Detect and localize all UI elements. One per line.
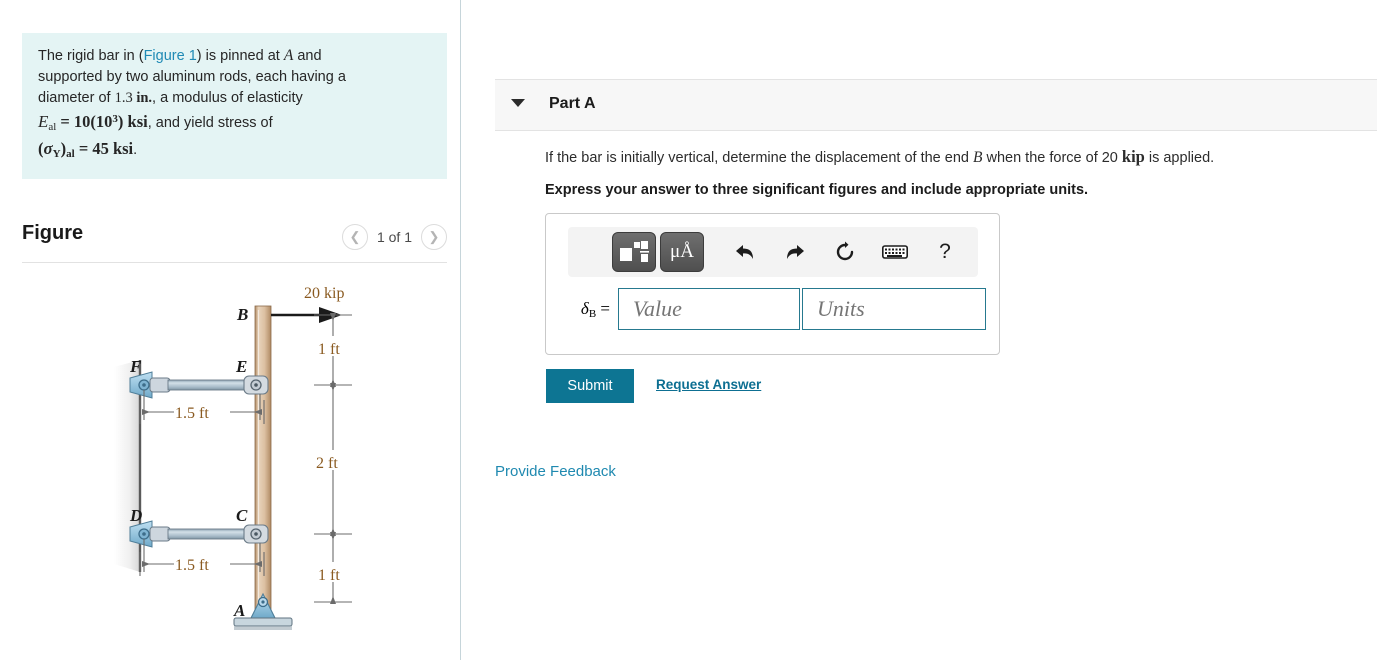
dim-lower-rod-label: 1.5 ft <box>175 557 209 574</box>
dim-bottom-label: 1 ft <box>318 567 340 584</box>
keyboard-icon-glyph <box>882 245 908 259</box>
rigid-bar <box>254 305 272 619</box>
units-micro-angstrom-icon[interactable]: μÅ <box>660 232 704 272</box>
template-icon[interactable] <box>612 232 656 272</box>
figure-counter: 1 of 1 <box>376 229 412 245</box>
chevron-right-icon[interactable]: ❯ <box>421 224 447 250</box>
label-a: A <box>233 601 245 620</box>
figure-svg: 20 kip B F E D C A 1 ft 2 ft 1 ft 1.5 ft… <box>114 285 354 630</box>
problem-line-2: supported by two aluminum rods, each hav… <box>38 69 346 85</box>
request-answer-link[interactable]: Request Answer <box>656 377 761 392</box>
label-f: F <box>129 357 142 376</box>
answer-label: δB = <box>546 299 618 320</box>
label-d: D <box>129 506 142 525</box>
figure-diagram[interactable]: 20 kip B F E D C A 1 ft 2 ft 1 ft 1.5 ft… <box>22 272 447 652</box>
problem-line-4: Eal = 10(103) ksi, and yield stress of <box>38 112 273 133</box>
undo-icon[interactable] <box>722 232 768 272</box>
question-pre: If the bar is initially vertical, determ… <box>545 150 973 166</box>
figure-nav: ❮ 1 of 1 ❯ <box>341 224 447 250</box>
problem-line-3: diameter of 1.3 in., a modulus of elasti… <box>38 90 303 106</box>
delta-subscript: B <box>588 307 597 320</box>
figure-title: Figure <box>22 222 84 244</box>
question-post: is applied. <box>1144 150 1215 166</box>
equals-sign: = <box>600 298 610 318</box>
dim-upper-rod-label: 1.5 ft <box>175 405 209 422</box>
label-b: B <box>236 305 248 324</box>
keyboard-icon[interactable] <box>872 232 918 272</box>
submit-button[interactable]: Submit <box>546 369 634 403</box>
template-icon-glyph <box>620 241 649 262</box>
undo-icon-glyph <box>736 245 753 259</box>
redo-icon[interactable] <box>772 232 818 272</box>
question-unit-kip: kip <box>1121 147 1145 166</box>
provide-feedback-link[interactable]: Provide Feedback <box>495 463 616 480</box>
dim-mid-label: 2 ft <box>316 455 338 472</box>
right-panel: Part A If the bar is initially vertical,… <box>461 0 1377 660</box>
answer-toolbar: μÅ ? <box>568 227 978 277</box>
problem-page: The rigid bar in (Figure 1) is pinned at… <box>0 0 1377 660</box>
reset-icon[interactable] <box>822 232 868 272</box>
value-input[interactable] <box>618 288 800 330</box>
figure-header: Figure ❮ 1 of 1 ❯ <box>22 222 447 262</box>
answer-panel: μÅ ? δB = Value Units <box>545 213 1000 355</box>
delta-symbol: δ <box>580 298 589 318</box>
force-label: 20 kip <box>304 285 344 302</box>
left-panel: The rigid bar in (Figure 1) is pinned at… <box>0 0 460 660</box>
help-icon[interactable]: ? <box>922 232 968 272</box>
caret-down-icon[interactable] <box>511 99 525 107</box>
problem-statement: The rigid bar in (Figure 1) is pinned at… <box>22 33 447 179</box>
problem-line-5: (σY)al = 45 ksi. <box>38 139 138 160</box>
redo-icon-glyph <box>787 245 804 259</box>
problem-line-1: The rigid bar in (Figure 1) is pinned at… <box>38 47 322 64</box>
question-text: If the bar is initially vertical, determ… <box>545 147 1214 167</box>
figure-divider <box>22 262 447 263</box>
label-e: E <box>235 357 247 376</box>
answer-input-row: δB = <box>546 288 999 330</box>
figure-1-link[interactable]: Figure 1 <box>144 48 197 64</box>
label-c: C <box>236 506 248 525</box>
answer-instruction: Express your answer to three significant… <box>545 182 1089 198</box>
part-a-title: Part A <box>549 95 596 112</box>
question-mid: when the force of 20 <box>982 150 1122 166</box>
reset-icon-glyph <box>836 241 854 261</box>
part-a-header[interactable] <box>495 79 1377 131</box>
units-input[interactable] <box>802 288 986 330</box>
dim-top-label: 1 ft <box>318 341 340 358</box>
chevron-left-icon[interactable]: ❮ <box>341 224 368 250</box>
